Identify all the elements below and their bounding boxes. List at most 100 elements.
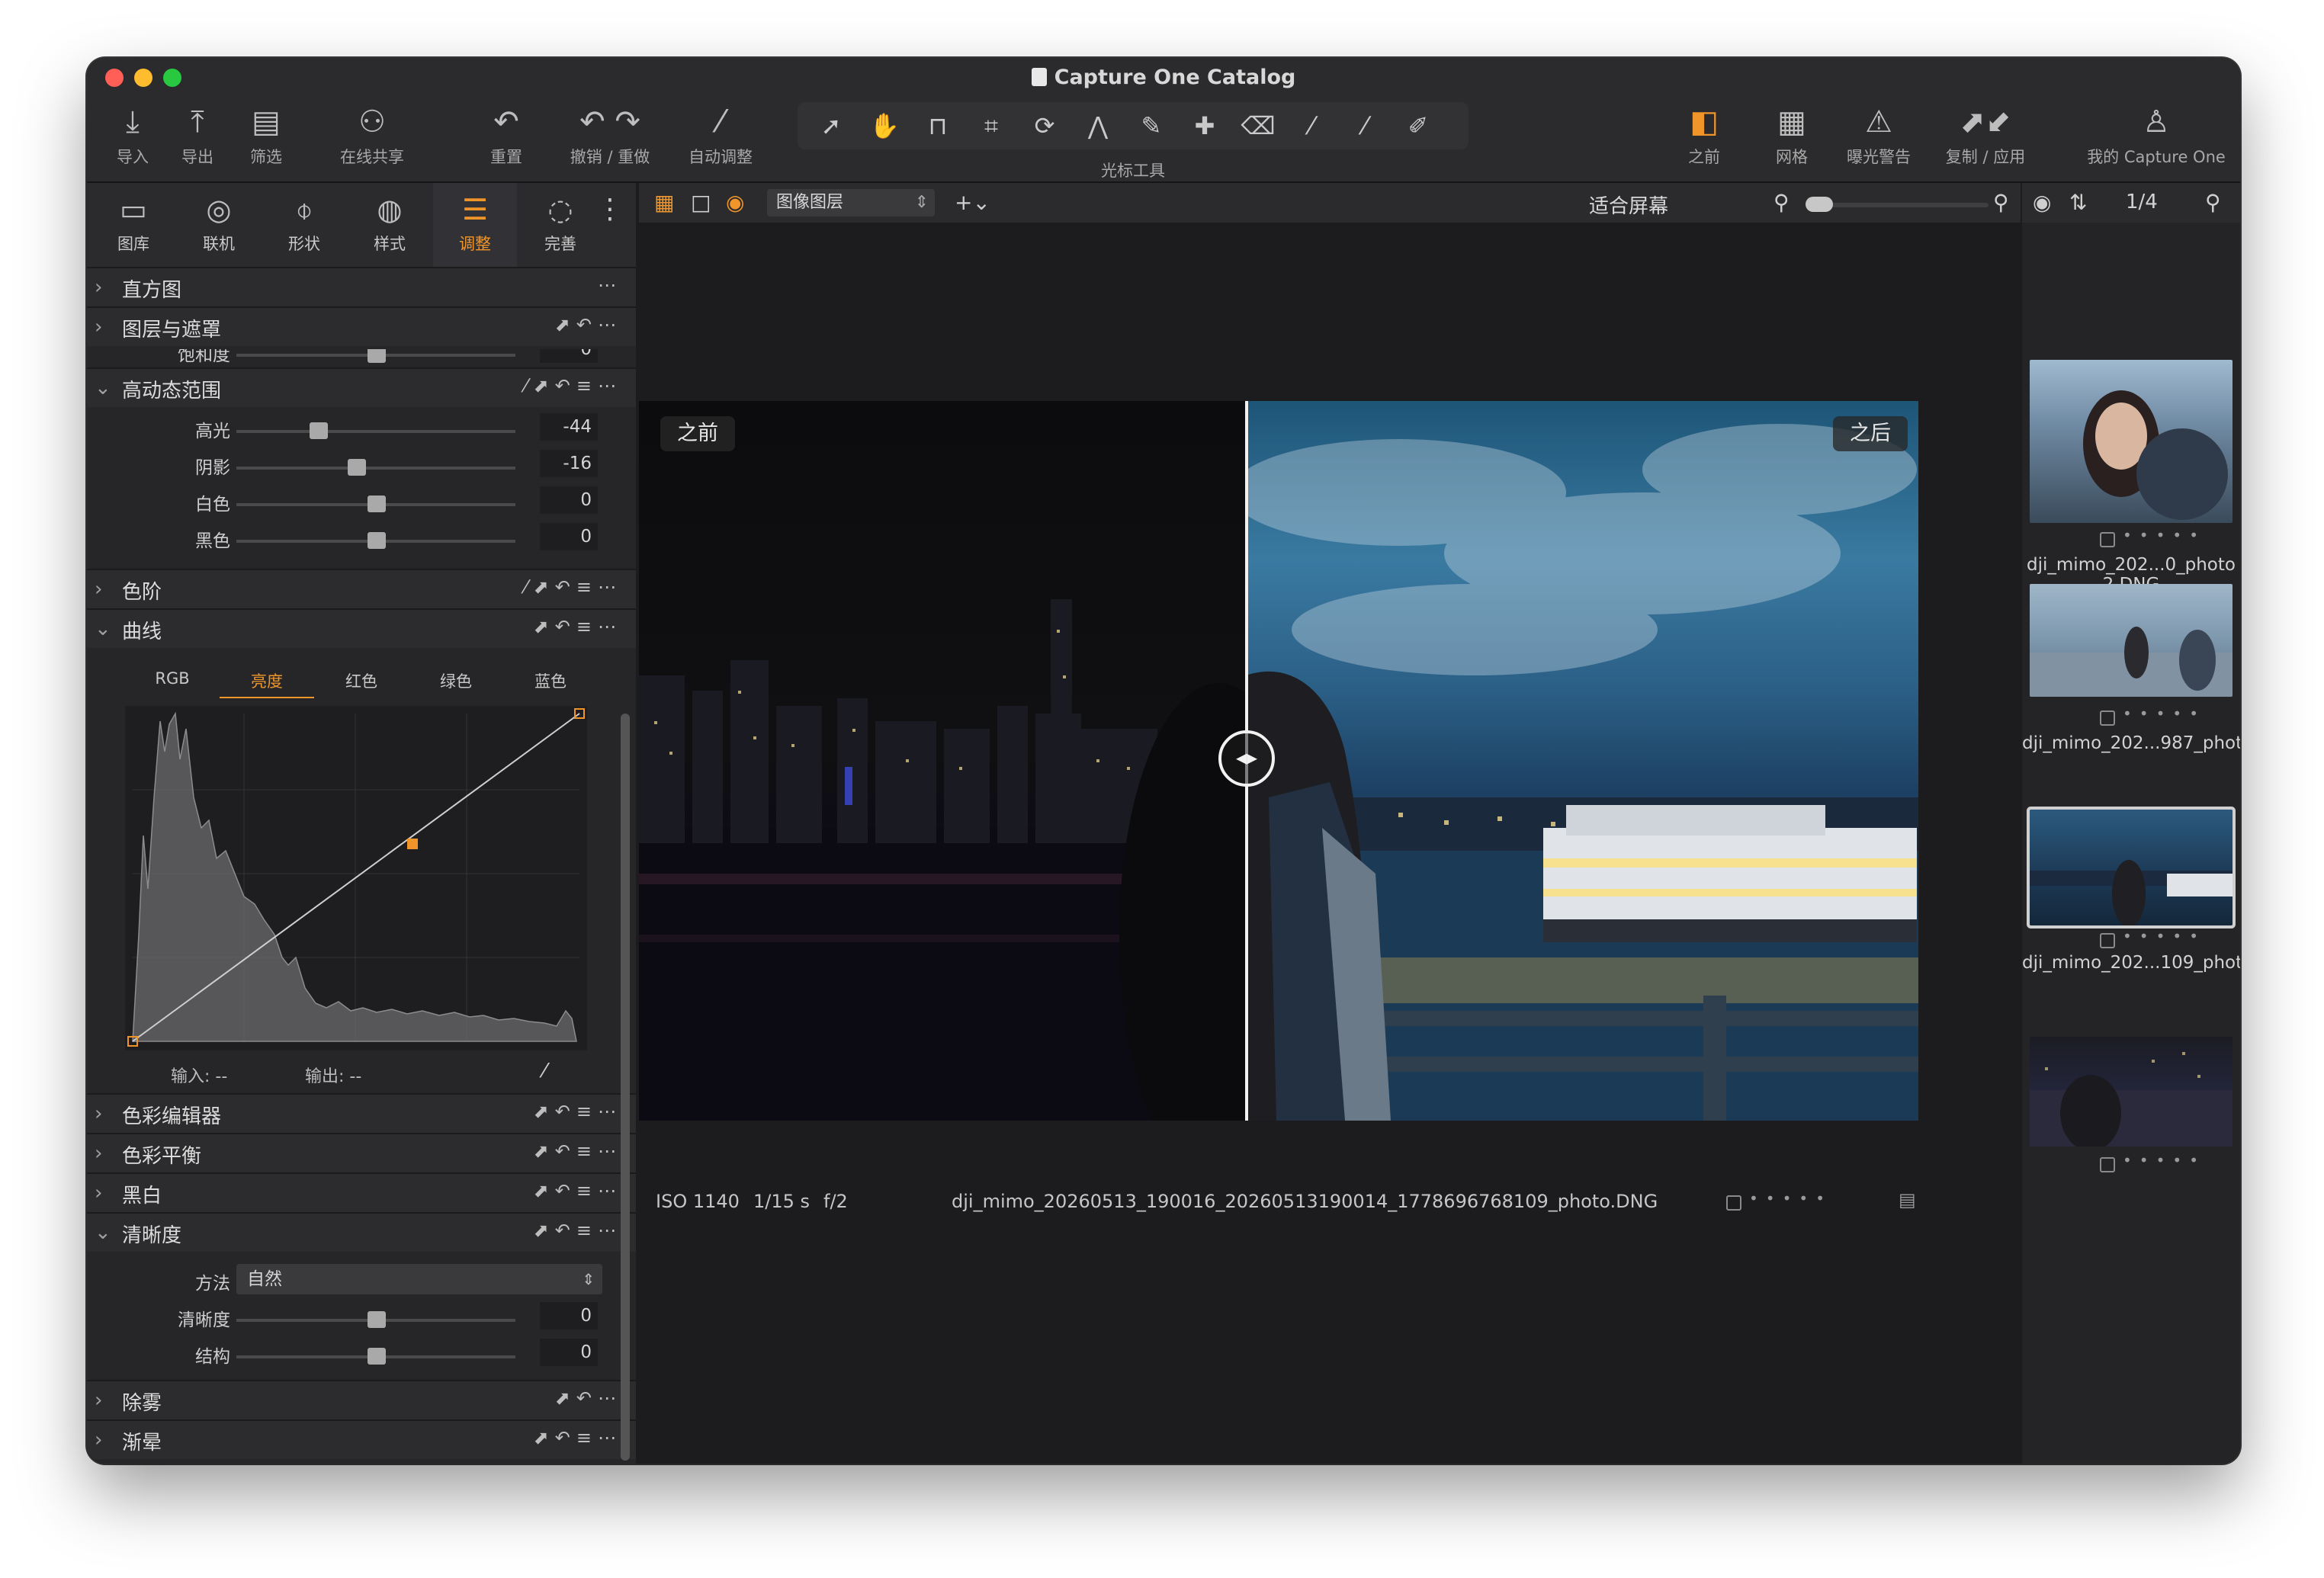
slider-knob[interactable]	[368, 532, 386, 549]
undo-redo-button[interactable]: ↶ ↷ 撤销 / 重做	[557, 90, 663, 181]
preview-icon[interactable]: ◉	[726, 189, 744, 216]
tab-capture[interactable]: ◎ 联机	[177, 183, 261, 267]
thumbnail-3-rating[interactable]: •••••	[2123, 927, 2206, 945]
zoom-out-icon[interactable]: ⚲	[1773, 189, 1790, 216]
section-action-icons[interactable]: ⬈↶≡⋯	[534, 1427, 622, 1448]
grid-view-icon[interactable]: ▦	[654, 189, 674, 216]
copy-apply-button[interactable]: ⬈⬋ 复制 / 应用	[1932, 90, 2039, 181]
keystone-tool-icon[interactable]: ⋀	[1075, 108, 1121, 143]
curve-tab-green[interactable]: 绿色	[409, 669, 503, 697]
histogram-section[interactable]: › 直方图 ⋯	[87, 267, 636, 306]
zoom-slider-track[interactable]	[1806, 203, 1989, 207]
clarity-section[interactable]: ⌄ 清晰度 ⬈↶≡⋯	[87, 1212, 636, 1252]
tab-library[interactable]: ▭ 图库	[91, 183, 175, 267]
thumbnail-3-checkbox[interactable]	[2100, 933, 2115, 948]
thumbnail-4[interactable]	[2030, 1037, 2233, 1147]
curve-point-mid[interactable]	[407, 839, 418, 849]
thumbnail-1[interactable]	[2030, 360, 2233, 523]
curves-section[interactable]: ⌄ 曲线 ⬈↶≡⋯	[87, 608, 636, 648]
section-action-icons[interactable]: ⁄⬈↶≡⋯	[525, 576, 622, 598]
slider-value[interactable]: 0	[540, 523, 598, 550]
thumbnail-2-checkbox[interactable]	[2100, 710, 2115, 726]
slider-value[interactable]: -44	[540, 413, 598, 441]
viewer-info-icon[interactable]: ▤	[1899, 1189, 1916, 1211]
pan-tool-icon[interactable]: ✋	[862, 108, 907, 143]
reset-button[interactable]: ↶ 重置	[468, 90, 544, 181]
slider-value[interactable]: 0	[540, 1339, 598, 1366]
slider-knob[interactable]	[368, 1311, 386, 1328]
thumbnail-2-rating[interactable]: •••••	[2123, 704, 2206, 723]
picker-tool-icon[interactable]: ⁄	[1289, 108, 1334, 143]
curve-tab-blue[interactable]: 蓝色	[503, 669, 598, 697]
section-action-icons[interactable]: ⬈↶⋯	[555, 1387, 622, 1409]
brush-tool-icon[interactable]: ✎	[1128, 108, 1174, 143]
dehaze-section[interactable]: › 除雾 ⬈↶⋯	[87, 1380, 636, 1419]
section-action-icons[interactable]: ⬈↶⋯	[555, 314, 622, 335]
loupe-tool-icon[interactable]: ⊓	[915, 108, 961, 143]
slider-track[interactable]	[236, 430, 515, 433]
eye-icon[interactable]: ◉	[2033, 189, 2051, 216]
tab-refine[interactable]: ◌ 完善	[518, 183, 602, 267]
import-button[interactable]: ⤓ 导入	[102, 90, 163, 181]
filter-button[interactable]: ▤ 筛选	[232, 90, 300, 181]
thumbnail-4-rating[interactable]: •••••	[2123, 1151, 2206, 1169]
rotate-tool-icon[interactable]: ⟳	[1022, 108, 1067, 143]
add-layer-icon[interactable]: +⌄	[955, 189, 990, 216]
viewer-rating-dots[interactable]: •••••	[1749, 1189, 1832, 1208]
viewer-select-checkbox[interactable]	[1726, 1195, 1741, 1211]
before-button[interactable]: ◧ 之前	[1662, 90, 1746, 181]
slider-knob[interactable]	[348, 459, 366, 476]
slider-value[interactable]: 0	[540, 486, 598, 514]
curve-editor[interactable]	[125, 706, 587, 1050]
more-icon[interactable]: ⋯	[598, 274, 622, 296]
curve-picker-icon[interactable]: ⁄	[543, 1060, 546, 1082]
wb-picker-icon[interactable]: ⁄	[1342, 108, 1388, 143]
zoom-in-icon[interactable]: ⚲	[1993, 189, 2009, 216]
my-capture-one-button[interactable]: ♙ 我的 Capture One	[2080, 90, 2233, 181]
slider-value[interactable]: 0	[540, 349, 598, 363]
section-action-icons[interactable]: ⬈↶≡⋯	[534, 1220, 622, 1241]
thumbnail-1-checkbox[interactable]	[2100, 532, 2115, 547]
auto-adjust-button[interactable]: ⁄ 自动调整	[671, 90, 770, 181]
select-tool-icon[interactable]: ➚	[808, 108, 854, 143]
thumbnail-4-checkbox[interactable]	[2100, 1157, 2115, 1172]
single-view-icon[interactable]: □	[691, 189, 711, 216]
eraser-tool-icon[interactable]: ⌫	[1235, 108, 1281, 143]
more-tabs-icon[interactable]: ⋮	[596, 196, 624, 223]
search-icon[interactable]: ⚲	[2205, 189, 2221, 216]
heal-tool-icon[interactable]: ✚	[1182, 108, 1228, 143]
thumbnail-2[interactable]	[2030, 584, 2233, 697]
layer-select[interactable]: 图像图层 ⇕	[767, 189, 935, 216]
slider-track[interactable]	[236, 467, 515, 470]
annotate-tool-icon[interactable]: ✐	[1395, 108, 1441, 143]
thumbnail-3[interactable]	[2030, 810, 2233, 925]
tab-lens[interactable]: ⌽ 形状	[262, 183, 346, 267]
export-button[interactable]: ⤒ 导出	[163, 90, 232, 181]
slider-knob[interactable]	[368, 1348, 386, 1365]
bw-section[interactable]: › 黑白 ⬈↶≡⋯	[87, 1172, 636, 1212]
fit-screen-label[interactable]: 适合屏幕	[1589, 191, 1668, 219]
crop-tool-icon[interactable]: ⌗	[968, 108, 1014, 143]
slider-knob[interactable]	[310, 422, 328, 439]
section-action-icons[interactable]: ⬈↶≡⋯	[534, 616, 622, 637]
section-action-icons[interactable]: ⬈↶≡⋯	[534, 1101, 622, 1122]
slider-knob[interactable]	[368, 349, 386, 363]
share-button[interactable]: ⚇ 在线共享	[303, 90, 441, 181]
curve-tab-luma[interactable]: 亮度	[220, 669, 314, 698]
color-editor-section[interactable]: › 色彩编辑器 ⬈↶≡⋯	[87, 1093, 636, 1133]
vignette-section[interactable]: › 渐晕 ⬈↶≡⋯	[87, 1419, 636, 1459]
section-action-icons[interactable]: ⬈↶≡⋯	[534, 1140, 622, 1162]
sort-icon[interactable]: ⇅	[2069, 189, 2087, 216]
slider-value[interactable]: -16	[540, 450, 598, 477]
compare-split-handle[interactable]: ◂▸	[1218, 730, 1275, 787]
section-action-icons[interactable]: ⁄⬈↶≡⋯	[525, 375, 622, 396]
exposure-warning-button[interactable]: ⚠ 曝光警告	[1833, 90, 1924, 181]
slider-knob[interactable]	[368, 496, 386, 512]
grid-button[interactable]: ▦ 网格	[1754, 90, 1830, 181]
color-balance-section[interactable]: › 色彩平衡 ⬈↶≡⋯	[87, 1133, 636, 1172]
curve-tab-rgb[interactable]: RGB	[125, 669, 220, 697]
hdr-section[interactable]: ⌄ 高动态范围 ⁄⬈↶≡⋯	[87, 367, 636, 407]
curve-tab-red[interactable]: 红色	[314, 669, 409, 697]
tab-adjust[interactable]: ☰ 调整	[433, 183, 517, 267]
panel-scrollbar[interactable]	[621, 714, 630, 1461]
